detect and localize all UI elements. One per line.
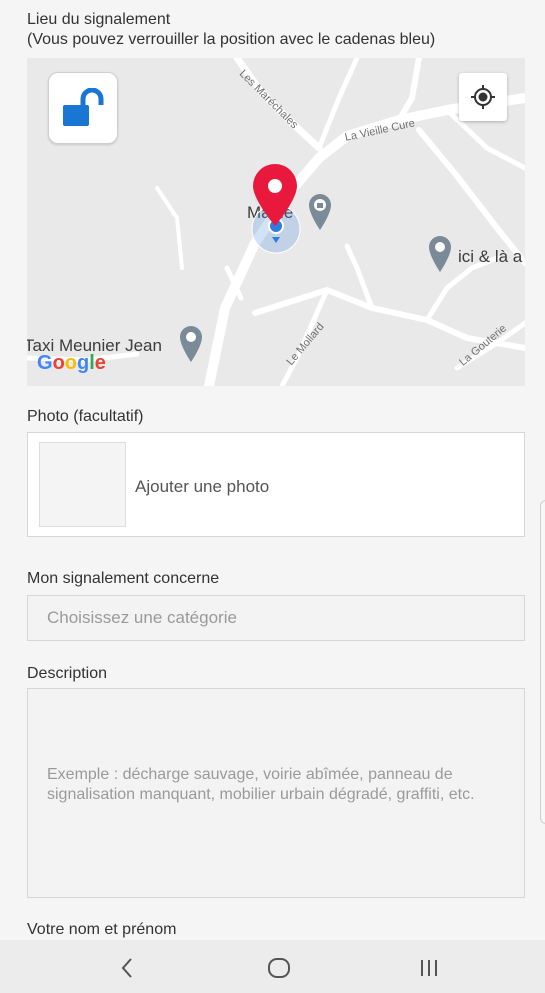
category-placeholder: Choisissez une catégorie: [47, 608, 237, 627]
back-button[interactable]: [107, 950, 147, 986]
location-map[interactable]: Les Maréchales La Vieille Cure Le Mollar…: [27, 58, 525, 386]
my-location-button[interactable]: [459, 73, 507, 121]
taxi-poi-icon[interactable]: [178, 324, 204, 364]
home-button[interactable]: [259, 950, 299, 986]
photo-title: Photo (facultatif): [27, 408, 144, 425]
description-placeholder: Exemple : décharge sauvage, voirie abîmé…: [47, 766, 475, 803]
lock-position-button[interactable]: [48, 72, 118, 144]
location-subtitle: (Vous pouvez verrouiller la position ave…: [27, 31, 436, 48]
google-logo-letter: G: [37, 352, 53, 374]
add-photo-label: Ajouter une photo: [135, 477, 270, 496]
google-logo: Google: [37, 352, 106, 375]
photo-thumbnail-placeholder: [39, 442, 126, 527]
poi-label-ici-la: ici & là a: [458, 247, 523, 266]
category-title: Mon signalement concerne: [27, 570, 220, 587]
home-icon: [268, 958, 290, 978]
recents-button[interactable]: [409, 950, 449, 986]
description-textarea[interactable]: Exemple : décharge sauvage, voirie abîmé…: [27, 688, 525, 898]
recents-icon: [421, 960, 437, 976]
location-title: Lieu du signalement: [27, 11, 171, 28]
android-nav-bar: [0, 940, 545, 993]
google-logo-letter: o: [52, 352, 65, 374]
category-select[interactable]: Choisissez une catégorie: [27, 595, 525, 641]
back-chevron-icon: [121, 958, 132, 978]
google-logo-letter: e: [94, 352, 106, 374]
name-title: Votre nom et prénom: [27, 921, 177, 938]
add-photo-button[interactable]: Ajouter une photo: [27, 432, 525, 537]
shop-poi-icon[interactable]: [427, 234, 453, 274]
description-title: Description: [27, 665, 108, 682]
unlocked-padlock-icon: [63, 88, 104, 126]
report-marker-icon[interactable]: [251, 162, 299, 228]
google-logo-letter: g: [77, 352, 90, 374]
google-logo-letter: o: [64, 352, 77, 374]
town-hall-poi-icon[interactable]: [307, 192, 333, 232]
scrollbar[interactable]: [540, 500, 545, 824]
my-location-icon: [471, 85, 495, 109]
report-form-page: Lieu du signalement (Vous pouvez verroui…: [0, 0, 545, 993]
